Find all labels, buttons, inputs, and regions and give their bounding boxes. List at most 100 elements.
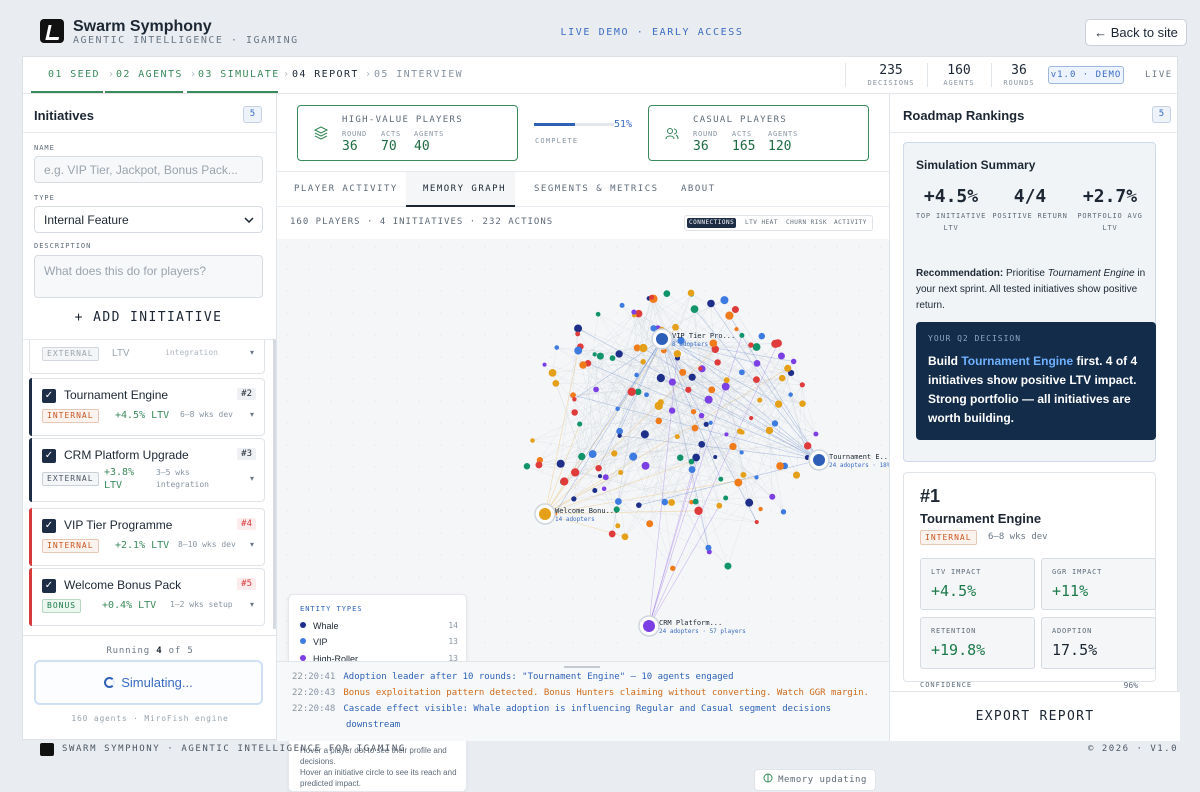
list-item[interactable]: EXTERNAL LTV integration ▾	[29, 340, 265, 374]
player-node[interactable]	[588, 450, 597, 459]
player-node[interactable]	[592, 487, 598, 493]
player-node[interactable]	[757, 397, 763, 403]
player-node[interactable]	[670, 565, 676, 571]
player-node[interactable]	[571, 496, 577, 502]
player-node[interactable]	[776, 462, 784, 470]
player-node[interactable]	[523, 463, 531, 470]
tab-player-activity[interactable]: PLAYER ACTIVITY	[294, 184, 398, 194]
player-node[interactable]	[718, 476, 724, 482]
initiative-node[interactable]	[539, 508, 551, 520]
player-node[interactable]	[535, 461, 543, 469]
player-node[interactable]	[602, 474, 609, 481]
player-node[interactable]	[694, 506, 703, 515]
player-node[interactable]	[634, 372, 639, 378]
player-node[interactable]	[595, 464, 602, 472]
caret-down-icon[interactable]: ▾	[250, 410, 254, 419]
player-node[interactable]	[739, 369, 745, 376]
player-node[interactable]	[698, 412, 705, 419]
view-connections-button[interactable]: CONNECTIONS	[687, 218, 737, 228]
player-node[interactable]	[778, 374, 786, 382]
checkbox[interactable]: ✓	[42, 389, 56, 403]
player-node[interactable]	[734, 478, 743, 487]
player-node[interactable]	[771, 420, 779, 427]
player-node[interactable]	[705, 544, 712, 551]
player-node[interactable]	[788, 392, 793, 397]
player-node[interactable]	[713, 455, 718, 460]
player-node[interactable]	[679, 368, 687, 376]
player-node[interactable]	[635, 388, 642, 396]
player-node[interactable]	[708, 386, 716, 394]
player-node[interactable]	[639, 343, 648, 353]
player-node[interactable]	[601, 486, 607, 492]
player-node[interactable]	[655, 417, 663, 425]
description-input[interactable]: What does this do for players?	[34, 255, 263, 298]
player-node[interactable]	[739, 450, 744, 455]
player-node[interactable]	[740, 471, 747, 478]
player-node[interactable]	[560, 477, 569, 486]
step-interview[interactable]: 05 INTERVIEW	[374, 69, 463, 80]
player-node[interactable]	[688, 458, 695, 465]
player-node[interactable]	[616, 427, 623, 435]
view-ltv-heat-button[interactable]: LTV HEAT	[743, 218, 780, 228]
player-node[interactable]	[698, 440, 706, 448]
player-node[interactable]	[570, 392, 576, 398]
player-node[interactable]	[644, 392, 649, 398]
player-node[interactable]	[640, 359, 646, 365]
view-activity-button[interactable]: ACTIVITY	[832, 218, 869, 228]
list-item[interactable]: ✓ CRM Platform Upgrade #3 EXTERNAL +3.8%…	[29, 438, 265, 502]
name-input[interactable]: e.g. VIP Tier, Jackpot, Bonus Pack...	[34, 156, 263, 183]
player-node[interactable]	[614, 498, 622, 505]
player-node[interactable]	[615, 350, 623, 358]
player-node[interactable]	[725, 311, 734, 320]
view-churn-risk-button[interactable]: CHURN RISK	[784, 218, 829, 228]
step-report[interactable]: 04 REPORT	[292, 69, 359, 80]
player-node[interactable]	[771, 339, 780, 348]
player-node[interactable]	[688, 466, 696, 473]
player-node[interactable]	[698, 366, 703, 371]
player-node[interactable]	[592, 352, 597, 357]
player-node[interactable]	[668, 499, 675, 506]
player-node[interactable]	[754, 475, 759, 480]
player-node[interactable]	[668, 378, 676, 386]
player-node[interactable]	[673, 350, 682, 358]
player-node[interactable]	[780, 509, 787, 515]
list-item[interactable]: ✓ Welcome Bonus Pack #5 BONUS +0.4% LTV …	[29, 568, 265, 626]
player-node[interactable]	[542, 362, 547, 367]
player-node[interactable]	[556, 459, 565, 468]
player-node[interactable]	[554, 345, 560, 350]
tab-segments-metrics[interactable]: SEGMENTS & METRICS	[534, 184, 659, 194]
player-node[interactable]	[749, 415, 754, 421]
checkbox[interactable]: ✓	[42, 519, 56, 533]
player-node[interactable]	[611, 450, 618, 457]
player-node[interactable]	[745, 498, 754, 507]
player-node[interactable]	[674, 434, 680, 440]
player-node[interactable]	[677, 454, 684, 461]
player-node[interactable]	[716, 502, 723, 509]
player-node[interactable]	[723, 495, 729, 501]
player-node[interactable]	[739, 332, 745, 338]
player-node[interactable]	[598, 474, 603, 479]
player-node[interactable]	[753, 376, 760, 384]
player-node[interactable]	[691, 424, 699, 432]
player-node[interactable]	[640, 430, 649, 439]
player-node[interactable]	[777, 352, 785, 360]
player-node[interactable]	[721, 382, 730, 391]
step-agents[interactable]: 02 AGENTS	[116, 69, 183, 80]
player-node[interactable]	[572, 397, 577, 402]
initiative-node[interactable]	[656, 333, 668, 345]
player-node[interactable]	[753, 359, 761, 367]
player-node[interactable]	[575, 331, 581, 337]
player-node[interactable]	[729, 442, 737, 451]
player-node[interactable]	[707, 299, 715, 308]
player-node[interactable]	[754, 519, 759, 525]
player-node[interactable]	[758, 332, 765, 340]
list-item[interactable]: ✓ VIP Tier Programme #4 INTERNAL +2.1% L…	[29, 508, 265, 566]
player-node[interactable]	[724, 432, 729, 437]
player-node[interactable]	[769, 493, 776, 500]
memory-graph[interactable]: VIP Tier Pro... 8 adopters Tournament E...…	[277, 239, 889, 792]
player-node[interactable]	[641, 461, 650, 470]
player-node[interactable]	[790, 358, 797, 365]
player-node[interactable]	[672, 323, 679, 331]
player-node[interactable]	[724, 562, 732, 570]
player-node[interactable]	[708, 420, 713, 425]
